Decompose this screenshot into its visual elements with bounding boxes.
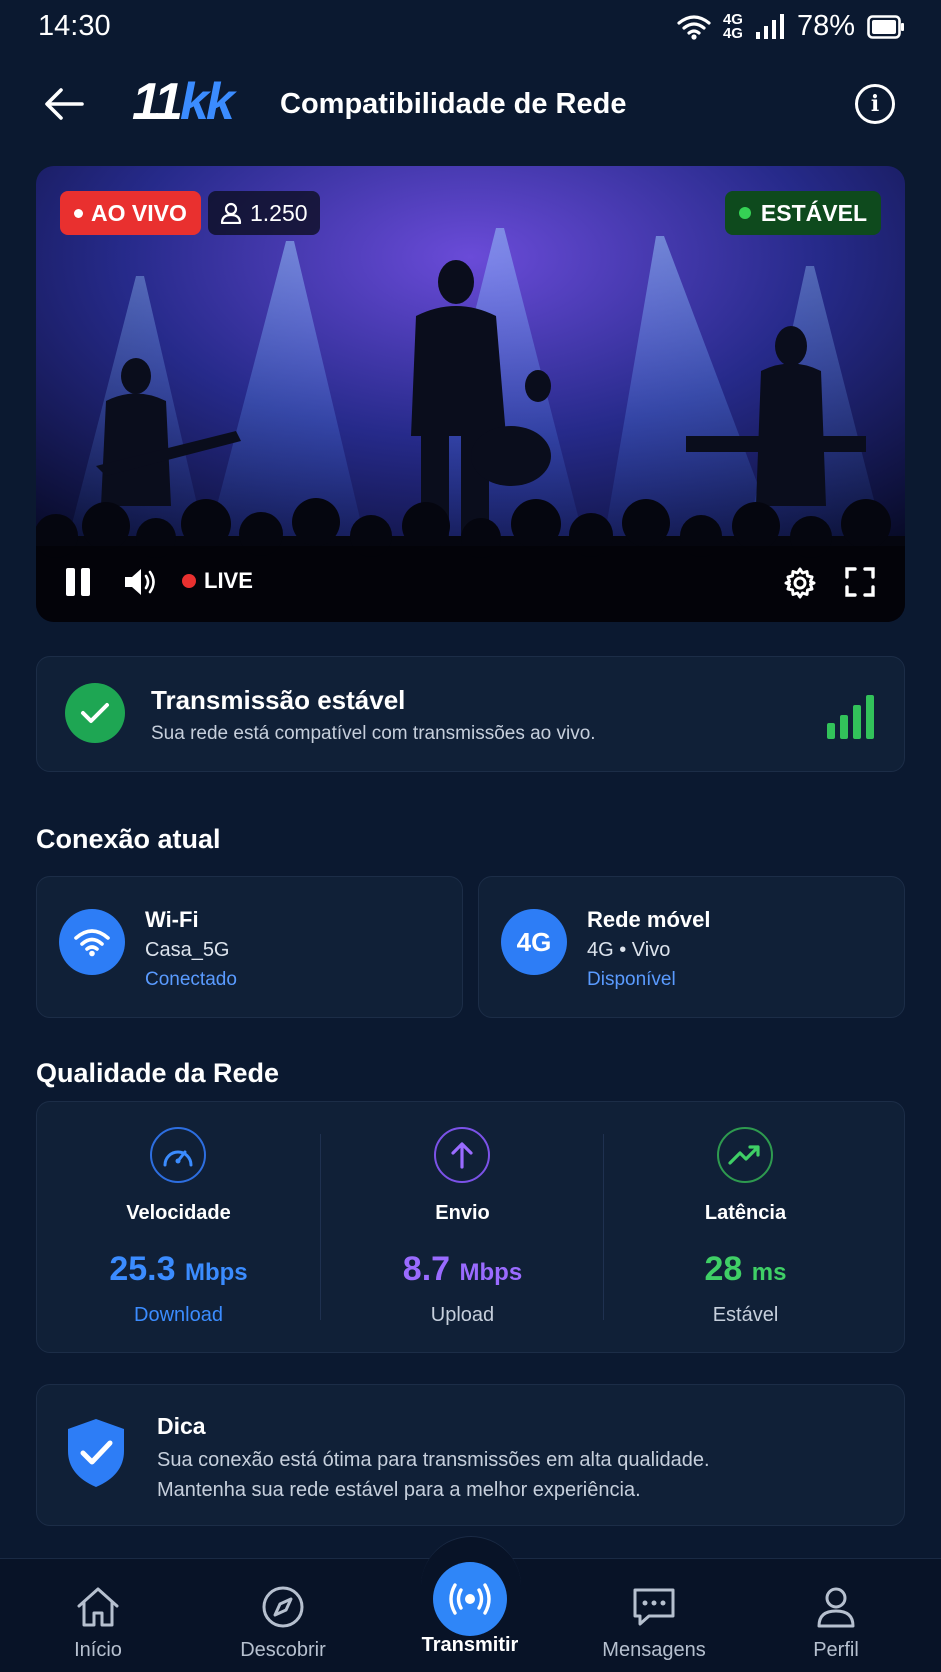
battery-icon [867,14,904,39]
wifi-icon [59,909,125,975]
gear-icon [784,567,816,599]
live-video-player[interactable]: AO VIVO 1.250 ESTÁVEL LIVE [36,166,905,622]
latency-value: 28 ms [704,1250,787,1288]
mobile-4g-icon: 4G [501,909,567,975]
viewer-count-badge: 1.250 [208,191,320,235]
fullscreen-button[interactable] [842,564,878,600]
upload-value: 8.7 Mbps [402,1250,523,1288]
status-icons: 4G 4G 78% [677,10,905,43]
profile-icon [806,1581,866,1633]
back-button[interactable] [40,82,88,126]
wifi-status: Conectado [145,969,237,990]
wifi-status-icon [677,14,711,40]
volume-icon [125,569,155,595]
nav-profile[interactable]: Perfil [742,1559,930,1672]
live-badge: AO VIVO [60,191,201,235]
app-logo[interactable]: 11kk [132,72,235,132]
user-icon [220,202,242,224]
latency-label: Latência [704,1202,787,1224]
stream-status-title: Transmissão estável [151,685,406,715]
network-quality-card: Velocidade 25.3 Mbps Download Envio 8.7 … [36,1101,905,1353]
upload-metric: Envio 8.7 Mbps Upload [321,1102,604,1354]
status-time: 14:30 [38,10,111,42]
latency-sublabel: Estável [712,1304,779,1326]
page-title: Compatibilidade de Rede [280,88,627,120]
latency-metric: Latência 28 ms Estável [604,1102,887,1354]
cell-signal-icon [755,13,784,39]
upload-sublabel: Upload [430,1304,495,1326]
pause-button[interactable] [60,564,96,600]
nav-home[interactable]: Início [4,1559,192,1672]
info-icon: i [870,91,880,117]
battery-percent: 78% [796,10,855,42]
nav-discover[interactable]: Descobrir [189,1559,377,1672]
settings-button[interactable] [781,564,819,602]
nav-messages[interactable]: Mensagens [560,1559,748,1672]
shield-check-icon [68,1419,124,1487]
info-button[interactable]: i [855,84,895,124]
tip-text-line1: Sua conexão está ótima para transmissões… [157,1449,710,1471]
stream-status-subtitle: Sua rede está compatível com transmissõe… [151,723,596,744]
tip-text-line2: Mantenha sua rede estável para a melhor … [157,1479,641,1501]
trend-up-icon [717,1127,773,1183]
nav-broadcast-button[interactable] [433,1562,507,1636]
nav-broadcast-label: Transmitir [421,1634,519,1656]
wifi-title: Wi-Fi [145,907,199,932]
connection-section-title: Conexão atual [36,824,221,854]
compass-icon [253,1581,313,1633]
live-indicator: LIVE [182,568,253,594]
pause-icon [66,568,90,596]
stability-badge: ESTÁVEL [724,191,881,235]
message-icon [624,1581,684,1633]
quality-section-title: Qualidade da Rede [36,1058,280,1088]
speed-label: Velocidade [126,1202,231,1224]
wifi-network-name: Casa_5G [145,939,230,961]
wifi-connection-card[interactable]: Wi-Fi Casa_5G Conectado [36,876,463,1018]
fullscreen-icon [845,567,875,597]
mobile-network-name: 4G • Vivo [587,939,671,961]
speedometer-icon [150,1127,206,1183]
tip-card: Dica Sua conexão está ótima para transmi… [36,1384,905,1526]
broadcast-icon [449,1583,491,1615]
mobile-connection-card[interactable]: 4G Rede móvel 4G • Vivo Disponível [478,876,905,1018]
volume-button[interactable] [120,564,160,600]
live-dot-icon [74,208,83,218]
speed-metric: Velocidade 25.3 Mbps Download [37,1102,320,1354]
mobile-title: Rede móvel [587,907,711,932]
network-type-label: 4G 4G [722,10,743,42]
home-icon [68,1581,128,1633]
arrow-left-icon [45,88,84,120]
speed-value: 25.3 Mbps [109,1250,248,1288]
upload-label: Envio [435,1202,490,1224]
stable-dot-icon [738,207,751,219]
arrow-up-icon [434,1127,490,1183]
mobile-status: Disponível [587,969,676,990]
check-circle-icon [65,683,125,743]
live-red-dot-icon [182,574,196,588]
signal-strength-icon [827,695,874,739]
speed-sublabel: Download [134,1304,223,1326]
stream-status-card: Transmissão estável Sua rede está compat… [36,656,905,772]
tip-title: Dica [157,1413,206,1439]
